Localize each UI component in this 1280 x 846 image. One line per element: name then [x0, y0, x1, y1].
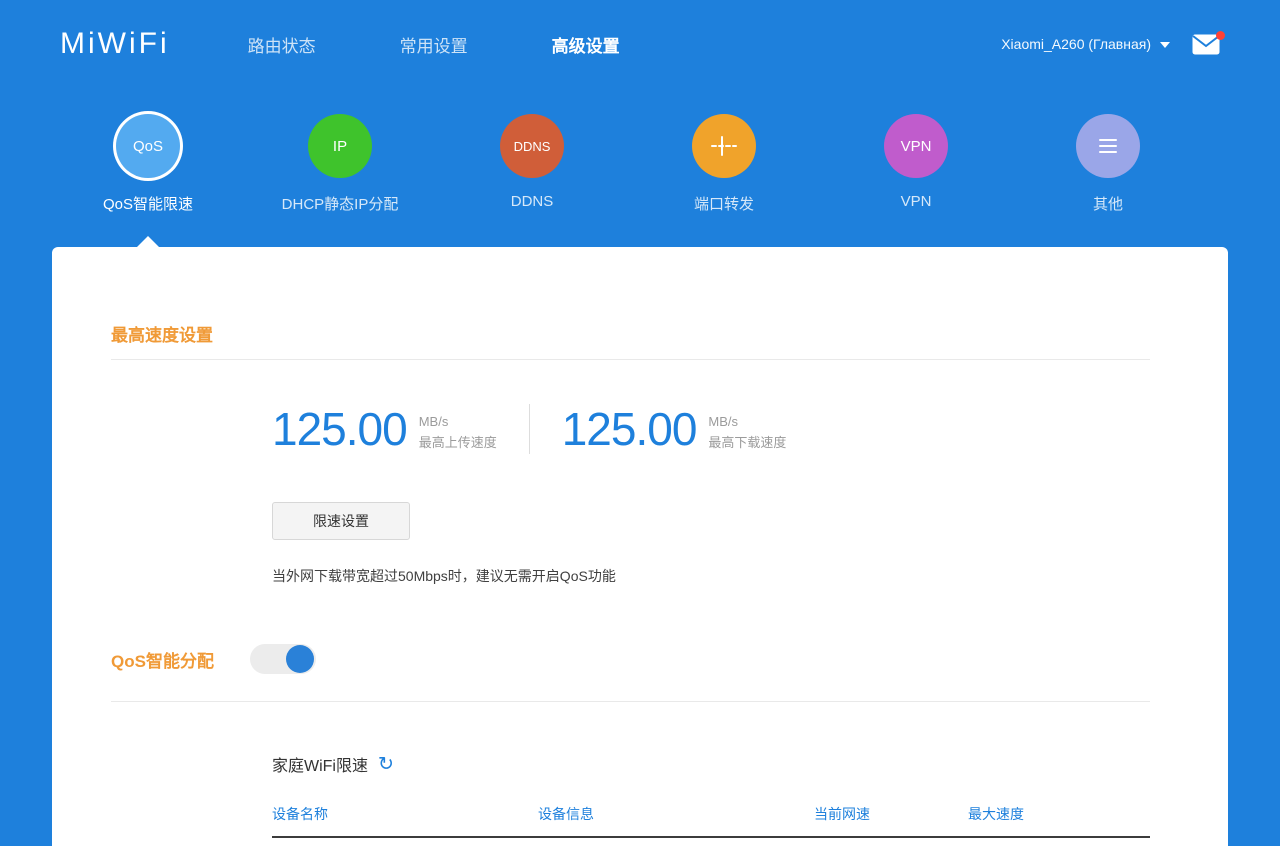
speed-summary: 125.00 MB/s 最高上传速度 125.00 MB/s 最高下载速度: [272, 402, 1228, 456]
ip-icon-label: IP: [332, 137, 348, 155]
speed-limit-settings-button[interactable]: 限速设置: [272, 502, 410, 540]
miwifi-logo[interactable]: MiWiFi: [60, 27, 170, 61]
top-header: MiWiFi 路由状态 常用设置 高级设置 Xiaomi_A260 (Главн…: [0, 0, 1280, 88]
qos-hint-text: 当外网下载带宽超过50Mbps时，建议无需开启QoS功能: [272, 568, 616, 584]
device-table-header: 设备名称 设备信息 当前网速 最大速度: [272, 804, 1150, 838]
feature-qos[interactable]: QoS QoS智能限速: [96, 114, 200, 214]
divider: [111, 359, 1150, 360]
download-speed-block: 125.00 MB/s 最高下载速度: [562, 402, 787, 456]
vpn-icon-label: VPN: [900, 137, 932, 155]
col-device-name: 设备名称: [272, 806, 328, 822]
qos-allocation-row: QoS智能分配: [111, 644, 1228, 674]
feature-vpn[interactable]: VPN VPN: [864, 114, 968, 214]
qos-icon-label: QoS: [132, 137, 163, 155]
col-max-speed: 最大速度: [968, 806, 1024, 822]
port-forward-icon: [692, 114, 756, 178]
divider: [111, 701, 1150, 702]
max-speed-section-title: 最高速度设置: [111, 326, 213, 345]
feature-label: DDNS: [510, 193, 554, 210]
ddns-icon: DDNS: [500, 114, 564, 178]
notification-badge: [1216, 30, 1225, 40]
divider: [528, 404, 530, 454]
router-name: Xiaomi_A260 (Главная): [1001, 36, 1151, 52]
qos-toggle[interactable]: [249, 644, 316, 674]
col-device-info: 设备信息: [538, 806, 594, 822]
feature-dhcp[interactable]: IP DHCP静态IP分配: [282, 114, 398, 214]
vpn-icon: VPN: [884, 114, 948, 178]
download-speed-label: 最高下载速度: [708, 434, 787, 450]
upload-speed-label: 最高上传速度: [418, 434, 497, 450]
advanced-settings-tabs: QoS QoS智能限速 IP DHCP静态IP分配 DDNS DDNS 端口转发…: [96, 114, 1280, 214]
wifi-limit-header: 家庭WiFi限速: [272, 752, 1228, 776]
feature-ddns[interactable]: DDNS DDNS: [480, 114, 584, 214]
feature-label: QoS智能限速: [102, 196, 193, 213]
ip-icon: IP: [308, 114, 372, 178]
wifi-limit-title: 家庭WiFi限速: [272, 758, 368, 775]
download-speed-unit: MB/s: [708, 413, 739, 429]
feature-label: 端口转发: [693, 196, 754, 213]
feature-label: 其他: [1092, 196, 1123, 213]
nav-advanced-settings[interactable]: 高级设置: [552, 32, 620, 57]
feature-label: DHCP静态IP分配: [281, 196, 399, 213]
nav-router-status[interactable]: 路由状态: [248, 32, 316, 57]
upload-speed-unit: MB/s: [418, 413, 449, 429]
feature-port-forward[interactable]: 端口转发: [672, 114, 776, 214]
download-speed-value: 125.00: [561, 403, 698, 455]
qos-icon: QoS: [116, 114, 180, 178]
main-nav: 路由状态 常用设置 高级设置: [248, 32, 620, 57]
upload-speed-value: 125.00: [272, 403, 408, 455]
qos-allocation-title: QoS智能分配: [111, 651, 214, 671]
upload-speed-block: 125.00 MB/s 最高上传速度: [272, 402, 497, 456]
router-selector[interactable]: Xiaomi_A260 (Главная): [1001, 36, 1170, 52]
menu-icon: [1076, 114, 1140, 178]
device-table: 设备名称 设备信息 当前网速 最大速度 DESKTOP 192.168.31.1…: [272, 804, 1150, 846]
header-right: Xiaomi_A260 (Главная): [1001, 30, 1225, 55]
ddns-icon-label: DDNS: [513, 138, 551, 154]
toggle-knob: [285, 645, 314, 673]
feature-other[interactable]: 其他: [1056, 114, 1160, 214]
active-tab-pointer: [136, 236, 160, 248]
col-current-speed: 当前网速: [814, 806, 870, 822]
nav-common-settings[interactable]: 常用设置: [400, 32, 468, 57]
refresh-icon[interactable]: [378, 755, 394, 774]
chevron-down-icon: [1160, 42, 1170, 48]
mail-icon[interactable]: [1192, 30, 1225, 55]
feature-label: VPN: [900, 193, 932, 210]
qos-settings-panel: 最高速度设置 125.00 MB/s 最高上传速度 125.00 MB/s 最高…: [52, 236, 1228, 846]
table-row: DESKTOP 192.168.31.152 00:0D:28:25:83:FD…: [272, 838, 1150, 846]
